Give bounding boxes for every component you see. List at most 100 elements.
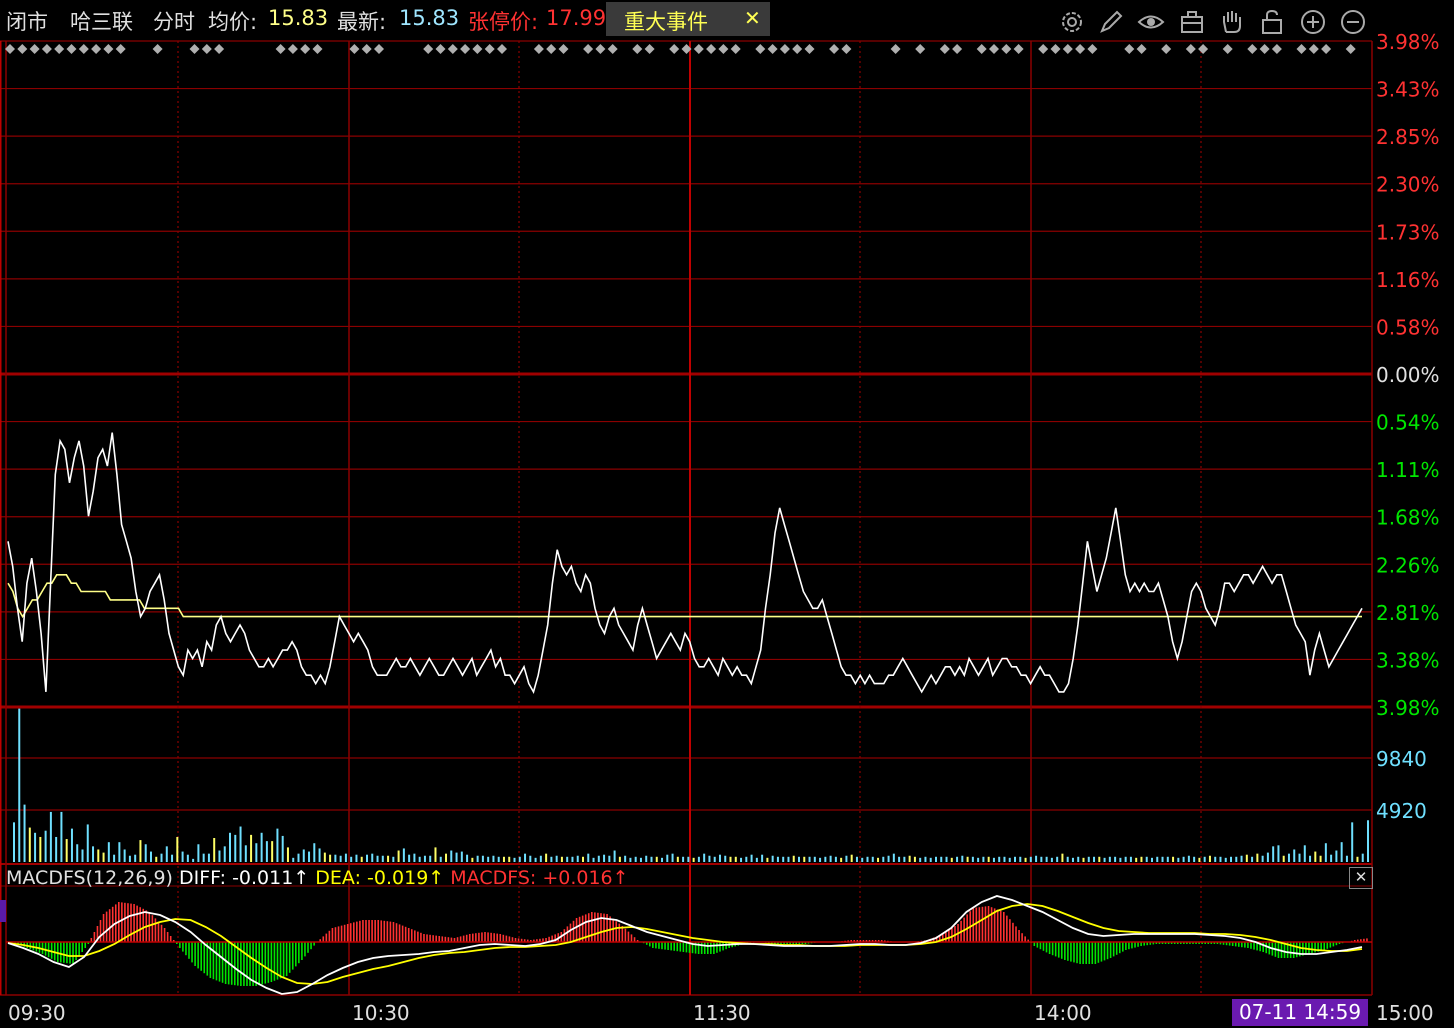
event-marker-diamond: [300, 44, 311, 54]
event-marker-diamond: [595, 44, 606, 54]
event-marker-diamond: [632, 44, 643, 54]
event-marker-diamond: [1259, 44, 1270, 54]
event-marker-diamond: [939, 44, 950, 54]
event-marker-diamond: [17, 44, 28, 54]
time-axis-labels: 09:30 10:30 11:30 14:00 15:00: [8, 1001, 1434, 1025]
time-axis-label: 11:30: [693, 1001, 751, 1025]
event-marker-diamond: [374, 44, 384, 54]
price-axis-label: 1.11%: [1376, 458, 1440, 482]
event-marker-diamond: [1161, 44, 1172, 54]
event-marker-diamond: [1136, 44, 1147, 54]
event-marker-diamond: [103, 44, 114, 54]
event-marker-diamond: [804, 44, 815, 54]
event-marker-diamond: [66, 44, 77, 54]
event-marker-diamond: [78, 44, 89, 54]
event-marker-diamond: [558, 44, 569, 54]
event-marker-diamond: [41, 44, 52, 54]
event-marker-diamond: [779, 44, 790, 54]
price-axis-label: 0.00%: [1376, 363, 1440, 387]
price-axis-label: 1.68%: [1376, 506, 1440, 530]
event-marker-diamond: [841, 44, 852, 54]
event-marker-diamond: [472, 44, 483, 54]
event-marker-diamond: [115, 44, 126, 54]
event-marker-diamond: [546, 44, 557, 54]
left-edge-marker: [0, 900, 6, 922]
event-marker-diamond: [1013, 44, 1024, 54]
event-marker-diamond: [91, 44, 102, 54]
event-marker-diamond: [423, 44, 434, 54]
event-marker-diamond: [1038, 44, 1049, 54]
event-marker-diamond: [1321, 44, 1332, 54]
price-axis-label: 2.26%: [1376, 553, 1440, 577]
event-marker-diamond: [755, 44, 766, 54]
event-marker-diamond: [214, 44, 225, 54]
event-marker-diamond: [1124, 44, 1135, 54]
price-axis-label: 1.16%: [1376, 268, 1440, 292]
event-marker-diamond: [706, 44, 717, 54]
price-axis-label: 2.30%: [1376, 173, 1440, 197]
time-axis-label: 14:00: [1034, 1001, 1092, 1025]
event-marker-diamond: [644, 44, 655, 54]
price-axis-label: 3.98%: [1376, 696, 1440, 720]
event-marker-diamond: [312, 44, 323, 54]
diff-legend: DIFF: -0.011↑: [179, 867, 310, 889]
event-marker-diamond: [890, 44, 901, 54]
average-price-line: [7, 573, 1362, 619]
event-marker-diamond: [435, 44, 446, 54]
event-marker-diamond: [1001, 44, 1012, 54]
event-marker-diamond: [1087, 44, 1098, 54]
chart-grid: [0, 40, 1373, 996]
dea-legend: DEA: -0.019↑: [315, 867, 445, 889]
event-marker-diamond: [1062, 44, 1073, 54]
price-axis-label: 3.43%: [1376, 78, 1440, 102]
event-marker-diamond: [989, 44, 999, 54]
volume-axis-label: 9840: [1376, 747, 1427, 771]
price-axis-label: 2.81%: [1376, 601, 1440, 625]
event-marker-diamond: [583, 44, 594, 54]
event-marker-diamond: [1050, 44, 1061, 54]
event-marker-diamond: [1198, 44, 1209, 54]
event-marker-diamond: [275, 44, 286, 54]
macd-legend: MACDFS(12,26,9) DIFF: -0.011↑ DEA: -0.01…: [6, 867, 629, 889]
event-marker-diamond: [533, 44, 544, 54]
price-axis-labels: 3.98% 3.43% 2.85% 2.30% 1.73% 1.16% 0.58% 0.00%…: [1376, 30, 1440, 720]
event-marker-diamond: [792, 44, 803, 54]
event-marker-diamond: [54, 44, 65, 54]
event-marker-diamond: [952, 44, 963, 54]
event-marker-diamond: [189, 44, 200, 54]
event-marker-diamond: [1271, 44, 1282, 54]
price-axis-label: 0.54%: [1376, 411, 1440, 435]
close-icon[interactable]: ✕: [1349, 867, 1373, 889]
cursor-time-label: 07-11 14:59: [1232, 999, 1368, 1026]
time-axis-label: 10:30: [352, 1001, 410, 1025]
event-marker-diamond: [1308, 44, 1319, 54]
event-marker-diamond: [497, 44, 507, 54]
event-marker-diamond: [447, 44, 458, 54]
event-marker-diamond: [1345, 44, 1356, 54]
event-marker-diamond: [915, 44, 926, 54]
price-line: [7, 432, 1363, 694]
event-marker-diamond: [287, 44, 298, 54]
event-marker-diamond: [1247, 44, 1258, 54]
event-marker-diamond: [29, 44, 40, 54]
event-marker-diamond: [349, 44, 360, 54]
volume-axis-labels: 9840 4920: [1376, 747, 1427, 823]
event-marker-diamond: [718, 44, 729, 54]
price-axis-label: 1.73%: [1376, 220, 1440, 244]
price-axis-label: 0.58%: [1376, 315, 1440, 339]
price-axis-label: 3.38%: [1376, 648, 1440, 672]
event-marker-diamond: [976, 44, 987, 54]
event-marker-diamond: [1075, 44, 1086, 54]
event-marker-diamond: [730, 44, 741, 54]
event-marker-diamond: [693, 44, 704, 54]
volume-axis-label: 4920: [1376, 799, 1427, 823]
event-marker-diamond: [1296, 44, 1307, 54]
time-axis-label: 09:30: [8, 1001, 66, 1025]
event-marker-diamond: [1185, 44, 1196, 54]
event-marker-diamond: [361, 44, 372, 54]
time-axis-label: 15:00: [1376, 1001, 1434, 1025]
event-marker-diamond: [767, 44, 778, 54]
event-marker-diamond: [460, 44, 471, 54]
event-marker-diamond: [607, 44, 618, 54]
event-marker-diamond: [484, 44, 495, 54]
